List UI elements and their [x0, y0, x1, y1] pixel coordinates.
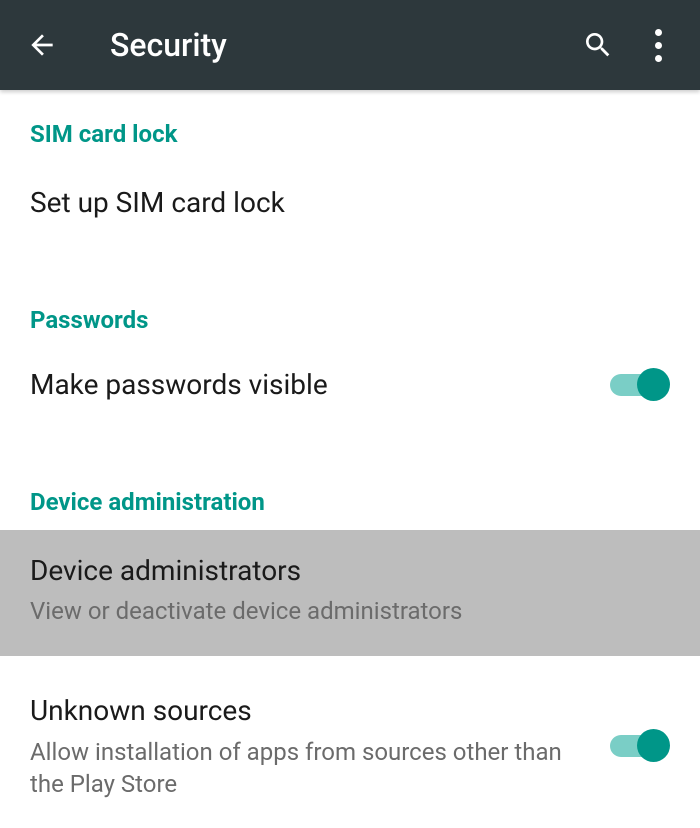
more-vert-icon: [655, 29, 662, 62]
item-device-administrators[interactable]: Device administrators View or deactivate…: [0, 530, 700, 656]
item-title: Unknown sources: [30, 692, 590, 730]
search-button[interactable]: [574, 21, 622, 69]
spacer: [0, 250, 700, 280]
search-icon: [582, 29, 614, 61]
toggle-unknown-sources[interactable]: [610, 728, 670, 764]
item-subtitle: Allow installation of apps from sources …: [30, 736, 590, 801]
item-title: Device administrators: [30, 552, 670, 590]
item-title: Set up SIM card lock: [30, 184, 670, 222]
item-subtitle: View or deactivate device administrators: [30, 595, 670, 627]
item-title: Make passwords visible: [30, 366, 590, 404]
item-sim-card-lock[interactable]: Set up SIM card lock: [0, 162, 700, 250]
toggle-thumb: [637, 368, 670, 401]
page-title: Security: [110, 26, 562, 64]
item-passwords-visible[interactable]: Make passwords visible: [0, 348, 700, 432]
section-header-passwords: Passwords: [0, 280, 700, 348]
toggle-passwords-visible[interactable]: [610, 367, 670, 403]
item-unknown-sources[interactable]: Unknown sources Allow installation of ap…: [0, 674, 700, 828]
section-header-device-admin: Device administration: [0, 462, 700, 530]
spacer: [0, 432, 700, 462]
toggle-thumb: [637, 729, 670, 762]
settings-content: SIM card lock Set up SIM card lock Passw…: [0, 90, 700, 828]
back-button[interactable]: [18, 21, 66, 69]
spacer: [0, 656, 700, 674]
section-header-sim: SIM card lock: [0, 94, 700, 162]
app-bar: Security: [0, 0, 700, 90]
more-button[interactable]: [634, 21, 682, 69]
back-arrow-icon: [26, 29, 58, 61]
